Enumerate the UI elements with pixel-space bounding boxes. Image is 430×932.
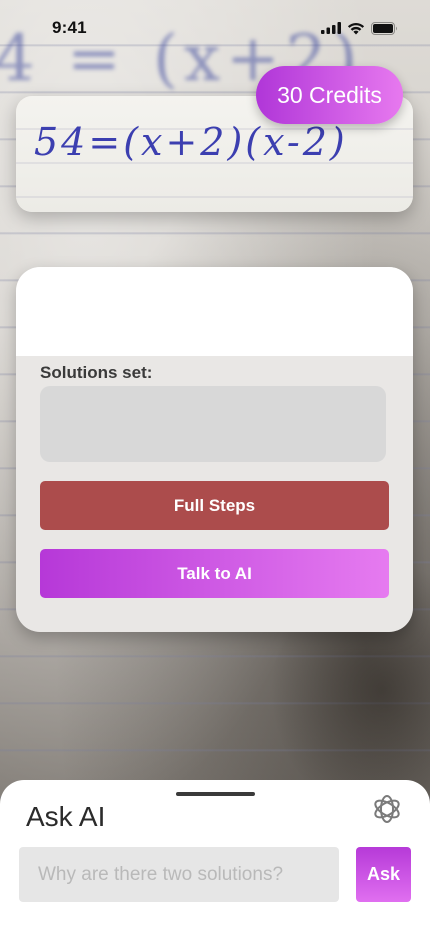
wifi-icon — [347, 22, 365, 34]
captured-equation: 54=(x+2)(x-2) — [34, 120, 348, 164]
talk-to-ai-button[interactable]: Talk to AI — [40, 549, 389, 598]
sheet-drag-handle[interactable] — [176, 792, 255, 796]
openai-logo-icon — [374, 795, 400, 823]
result-panel: Solutions set: Full Steps Talk to AI — [16, 267, 413, 632]
solutions-value-box — [40, 386, 386, 462]
status-time: 9:41 — [52, 18, 87, 37]
ask-ai-title: Ask AI — [26, 801, 106, 832]
credits-badge[interactable]: 30 Credits — [256, 66, 403, 124]
result-preview-area — [16, 267, 413, 356]
ask-ai-input[interactable] — [19, 847, 339, 902]
status-bar: 9:41 — [0, 0, 430, 56]
ask-button[interactable]: Ask — [356, 847, 411, 902]
full-steps-button[interactable]: Full Steps — [40, 481, 389, 530]
cellular-signal-icon — [321, 22, 341, 34]
solutions-label: Solutions set: — [40, 363, 153, 382]
ask-ai-sheet: Ask AI Ask — [0, 780, 430, 932]
status-icons — [321, 21, 398, 35]
battery-icon — [371, 21, 397, 35]
